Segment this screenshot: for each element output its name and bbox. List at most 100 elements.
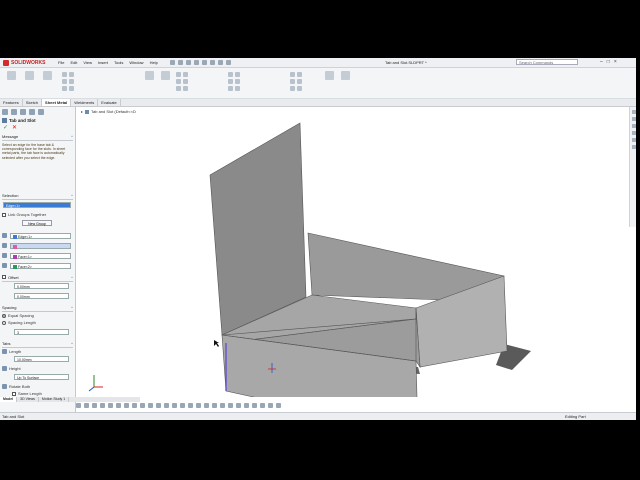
menu-window[interactable]: Window (129, 60, 143, 65)
edit-appearance-icon[interactable] (132, 403, 137, 408)
menu-file[interactable]: File (58, 60, 64, 65)
hide-show-icon[interactable] (124, 403, 129, 408)
scene-icon[interactable] (140, 403, 145, 408)
spacing-header[interactable]: Spacing ^ (2, 305, 73, 312)
spacing-length-option[interactable]: Spacing Length (2, 320, 36, 325)
flatten-icon[interactable] (290, 79, 295, 84)
selection-list-item-4[interactable]: Face<2> (10, 263, 71, 270)
collapse-icon[interactable]: ^ (71, 193, 73, 199)
tab-model[interactable]: Model (0, 397, 18, 402)
print-icon[interactable] (194, 60, 199, 65)
view-orientation-icon[interactable] (108, 403, 113, 408)
tab-height-select[interactable]: Up To Surface (14, 374, 69, 380)
dimxpert-icon[interactable] (29, 109, 35, 115)
rip-icon[interactable] (290, 86, 295, 91)
tab-3d-views[interactable]: 3D Views (17, 397, 39, 402)
graphics-area[interactable]: ▸ Tab and Slot (Default<<D (76, 107, 628, 397)
unfold-icon-2[interactable] (290, 72, 295, 77)
selection-list-item-2[interactable] (10, 243, 71, 250)
extruded-cut-button[interactable] (322, 71, 336, 80)
selection-item-1[interactable] (2, 233, 7, 238)
appearances-icon[interactable] (631, 138, 636, 142)
link-groups-checkbox[interactable] (2, 212, 6, 217)
view-settings-icon[interactable] (148, 403, 153, 408)
tab-sketch[interactable]: Sketch (23, 99, 43, 106)
resources-icon[interactable] (631, 110, 636, 114)
origins-icon[interactable] (260, 403, 265, 408)
axes-icon[interactable] (252, 403, 257, 408)
closed-corner-icon[interactable] (235, 86, 240, 91)
offset-header[interactable]: Offset ^ (2, 275, 73, 282)
maximize-icon[interactable]: □ (607, 59, 610, 65)
selection-list-item-1[interactable]: Edge<1> (10, 233, 71, 240)
spacing-count-field[interactable]: 3 (14, 329, 69, 335)
options-icon[interactable] (226, 60, 231, 65)
extruded-cut-icon[interactable] (176, 72, 181, 77)
cartoon-icon[interactable] (188, 403, 193, 408)
configuration-manager-icon[interactable] (20, 109, 26, 115)
select-icon[interactable] (210, 60, 215, 65)
collapse-icon[interactable]: ^ (71, 305, 73, 311)
camera-icon[interactable] (196, 403, 201, 408)
new-icon[interactable] (170, 60, 175, 65)
ambient-occlusion-icon[interactable] (172, 403, 177, 408)
draft-quality-icon[interactable] (220, 403, 225, 408)
same-length-checkbox[interactable] (12, 391, 16, 396)
view-palette-icon[interactable] (631, 131, 636, 135)
zoom-fit-icon[interactable] (76, 403, 81, 408)
selection-list-item-3[interactable]: Face<1> (10, 253, 71, 260)
sketches-icon[interactable] (268, 403, 273, 408)
simple-hole-button[interactable] (338, 71, 352, 80)
spacing-length-radio[interactable] (2, 320, 6, 325)
rebuild-icon[interactable] (218, 60, 223, 65)
selection-item-3[interactable] (2, 253, 7, 258)
display-manager-icon[interactable] (38, 109, 44, 115)
model-view[interactable] (76, 107, 628, 397)
unfold-button[interactable] (142, 71, 156, 80)
zebra-icon[interactable] (212, 403, 217, 408)
search-commands-input[interactable]: Search Commands (516, 59, 578, 65)
lofted-bend-button[interactable] (40, 71, 54, 80)
sketched-bend-icon[interactable] (62, 86, 67, 91)
save-icon[interactable] (186, 60, 191, 65)
selection-item-2[interactable] (2, 243, 7, 248)
tab-evaluate[interactable]: Evaluate (98, 99, 121, 106)
minimize-icon[interactable]: – (600, 59, 603, 65)
corner-relief-icon[interactable] (228, 79, 233, 84)
edge-selection-field[interactable]: Edge<1> (3, 202, 71, 208)
menu-view[interactable]: View (83, 60, 92, 65)
close-icon[interactable]: × (614, 59, 617, 65)
simple-hole-icon[interactable] (183, 72, 188, 77)
tall-wall[interactable] (209, 122, 307, 336)
realview-icon[interactable] (156, 403, 161, 408)
open-icon[interactable] (178, 60, 183, 65)
equal-spacing-option[interactable]: Equal Spacing (2, 313, 34, 318)
tab-and-slot-icon[interactable] (176, 86, 181, 91)
property-manager-icon[interactable] (11, 109, 17, 115)
message-header[interactable]: Message ^ (2, 134, 73, 141)
offset-end-field[interactable]: 0.00mm (14, 293, 69, 299)
tab-weldments[interactable]: Weldments (71, 99, 99, 106)
perspective-icon[interactable] (180, 403, 185, 408)
insert-bends-icon[interactable] (297, 86, 302, 91)
tab-features[interactable]: Features (0, 99, 23, 106)
offset-start-field[interactable]: 0.00mm (14, 283, 69, 289)
tab-motion-study[interactable]: Motion Study 1 (39, 397, 70, 402)
display-style-icon[interactable] (116, 403, 121, 408)
break-corner-icon[interactable] (235, 79, 240, 84)
ok-check-icon[interactable]: ✓ (3, 125, 8, 131)
feature-tree-icon[interactable] (2, 109, 8, 115)
section-view-icon[interactable] (100, 403, 105, 408)
weld-corner-icon[interactable] (228, 86, 233, 91)
fold-icon-2[interactable] (297, 72, 302, 77)
shadows-icon[interactable] (164, 403, 169, 408)
hem-icon[interactable] (62, 79, 67, 84)
planes-icon[interactable] (244, 403, 249, 408)
convert-to-sheet-metal-button[interactable] (22, 71, 36, 80)
menu-help[interactable]: Help (150, 60, 158, 65)
fold-button[interactable] (158, 71, 172, 80)
solidworks-logo[interactable]: SOLIDWORKS (3, 59, 45, 66)
design-library-icon[interactable] (631, 117, 636, 121)
no-bends-icon[interactable] (297, 79, 302, 84)
link-groups-row[interactable]: Link Groups Together (2, 212, 46, 217)
